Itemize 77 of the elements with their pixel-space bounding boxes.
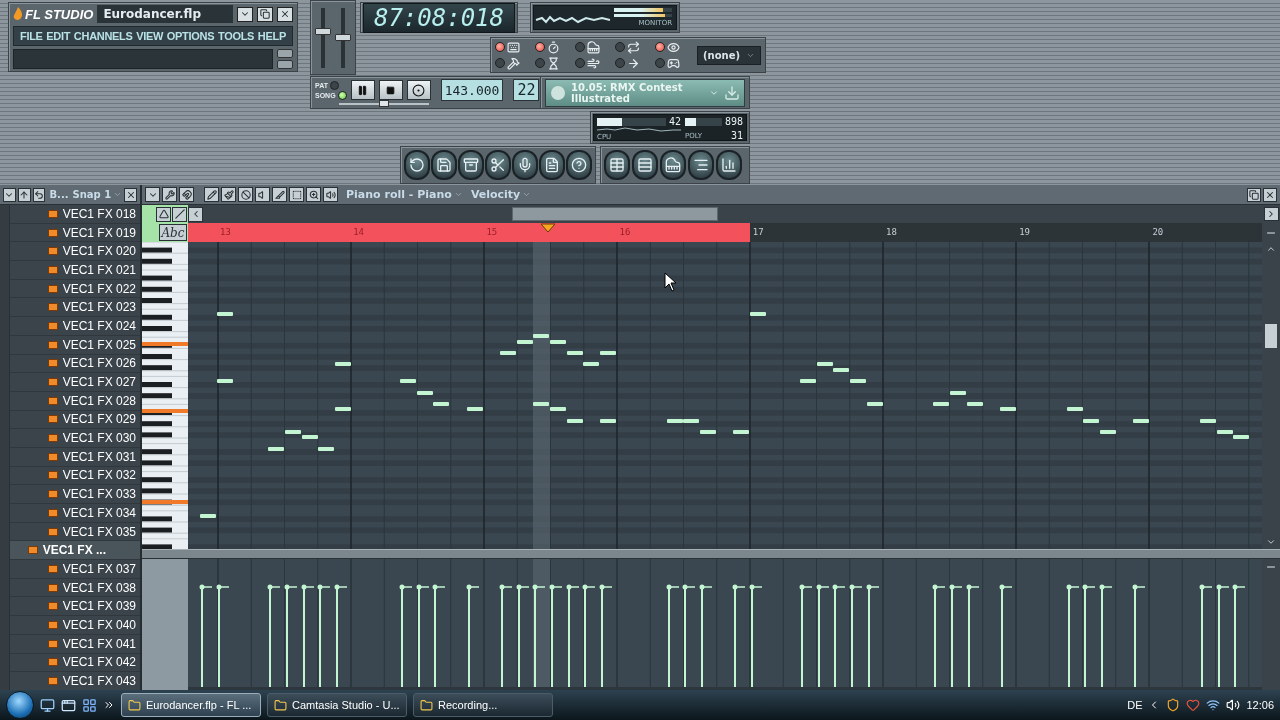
browser-item[interactable]: VEC1 FX 040 xyxy=(10,616,140,635)
target-dropdown[interactable]: Velocity xyxy=(470,188,532,201)
browser-item[interactable]: VEC1 FX 027 xyxy=(10,373,140,392)
item-label: VEC1 FX 034 xyxy=(62,505,136,520)
browser-item[interactable]: VEC1 FX 034 xyxy=(10,504,140,523)
browser-item[interactable]: VEC1 FX 024 xyxy=(10,317,140,336)
item-label: VEC1 FX 028 xyxy=(62,393,136,408)
output-dropdown[interactable]: (none) xyxy=(697,45,762,65)
item-label: VEC1 FX 038 xyxy=(62,580,136,595)
item-label: VEC1 FX 033 xyxy=(62,487,136,502)
item-label: VEC1 FX 040 xyxy=(62,617,136,632)
bar-number: 16 xyxy=(619,227,631,237)
item-label: VEC1 FX 042 xyxy=(62,655,136,670)
bar-number: 17 xyxy=(752,227,764,237)
browser-item[interactable]: VEC1 FX 043 xyxy=(10,672,140,690)
clock: 12:06 xyxy=(1246,699,1274,711)
item-label: VEC1 FX 020 xyxy=(62,244,136,259)
item-label: VEC1 FX 031 xyxy=(62,449,136,464)
item-label: VEC1 FX 029 xyxy=(62,412,136,427)
menu-item[interactable]: OPTIONS xyxy=(166,30,215,42)
piano-roll-title[interactable]: Piano roll - Piano xyxy=(346,188,463,201)
memory-value: 898 xyxy=(724,116,743,127)
item-label: VEC1 FX 027 xyxy=(62,375,136,390)
song-info-text: 10.05: RMX Contest xyxy=(571,81,684,93)
item-label: VEC1 FX 025 xyxy=(62,337,136,352)
item-label: VEC1 FX ... xyxy=(42,543,106,558)
menu-item[interactable]: FILE xyxy=(20,30,43,42)
browser-item[interactable]: VEC1 FX ... xyxy=(10,541,140,561)
item-label: VEC1 FX 035 xyxy=(62,524,136,539)
menu-item[interactable]: TOOLS xyxy=(217,30,255,42)
language-indicator[interactable]: DE xyxy=(1127,699,1143,711)
time-display: 87:08:018 xyxy=(363,2,515,33)
item-label: VEC1 FX 039 xyxy=(62,599,136,614)
browser-item[interactable]: VEC1 FX 020 xyxy=(10,242,140,262)
song-info-text: Illustrated xyxy=(571,92,631,104)
app-logo: FL STUDIO xyxy=(13,6,94,22)
browser-item[interactable]: VEC1 FX 018 xyxy=(10,205,140,224)
item-label: VEC1 FX 043 xyxy=(62,674,136,689)
cpu-value: 42 xyxy=(668,116,681,127)
item-label: VEC1 FX 021 xyxy=(62,262,136,277)
bar-number: 13 xyxy=(220,227,231,237)
browser-item[interactable]: VEC1 FX 037 xyxy=(10,560,140,579)
tempo-display: 143.000 xyxy=(440,79,504,101)
window-title: Eurodancer.flp xyxy=(97,5,233,23)
pattern-display: 22 xyxy=(513,79,540,101)
item-label: VEC1 FX 024 xyxy=(62,318,136,333)
abc-button[interactable]: Abc xyxy=(159,224,187,241)
item-label: VEC1 FX 023 xyxy=(62,300,136,315)
browser-item[interactable]: VEC1 FX 021 xyxy=(10,261,140,280)
item-label: VEC1 FX 022 xyxy=(62,281,136,296)
bar-number: 20 xyxy=(1152,227,1164,237)
item-label: VEC1 FX 018 xyxy=(62,206,136,221)
snap-dropdown[interactable]: Snap 1 xyxy=(72,189,123,200)
menu-item[interactable]: EDIT xyxy=(46,30,71,42)
bar-number: 19 xyxy=(1019,227,1031,237)
menu-item[interactable]: VIEW xyxy=(136,30,164,42)
item-label: VEC1 FX 037 xyxy=(62,561,136,576)
bar-number: 15 xyxy=(486,227,498,237)
item-label: VEC1 FX 030 xyxy=(62,431,136,446)
browser-item[interactable]: VEC1 FX 039 xyxy=(10,597,140,617)
menu-item[interactable]: CHANNELS xyxy=(73,30,133,42)
taskbar-button[interactable]: Recording... xyxy=(413,693,553,717)
browser-title: B... xyxy=(48,189,70,200)
browser-item[interactable]: VEC1 FX 030 xyxy=(10,429,140,448)
bar-number: 18 xyxy=(886,227,897,237)
item-label: VEC1 FX 019 xyxy=(62,225,136,240)
browser-item[interactable]: VEC1 FX 023 xyxy=(10,298,140,318)
taskbar-button[interactable]: Eurodancer.flp - FL ... xyxy=(121,693,261,717)
item-label: VEC1 FX 041 xyxy=(62,636,136,651)
browser-item[interactable]: VEC1 FX 033 xyxy=(10,485,140,504)
timeline-ruler[interactable]: 13 14 15 16 17 18 19 20 xyxy=(188,223,1262,242)
poly-value: 31 xyxy=(730,130,743,140)
item-label: VEC1 FX 026 xyxy=(62,356,136,371)
item-label: VEC1 FX 032 xyxy=(62,468,136,483)
menu-item[interactable]: HELP xyxy=(257,30,286,42)
bar-number: 14 xyxy=(353,227,365,237)
taskbar-button[interactable]: Camtasia Studio - U... xyxy=(267,693,407,717)
